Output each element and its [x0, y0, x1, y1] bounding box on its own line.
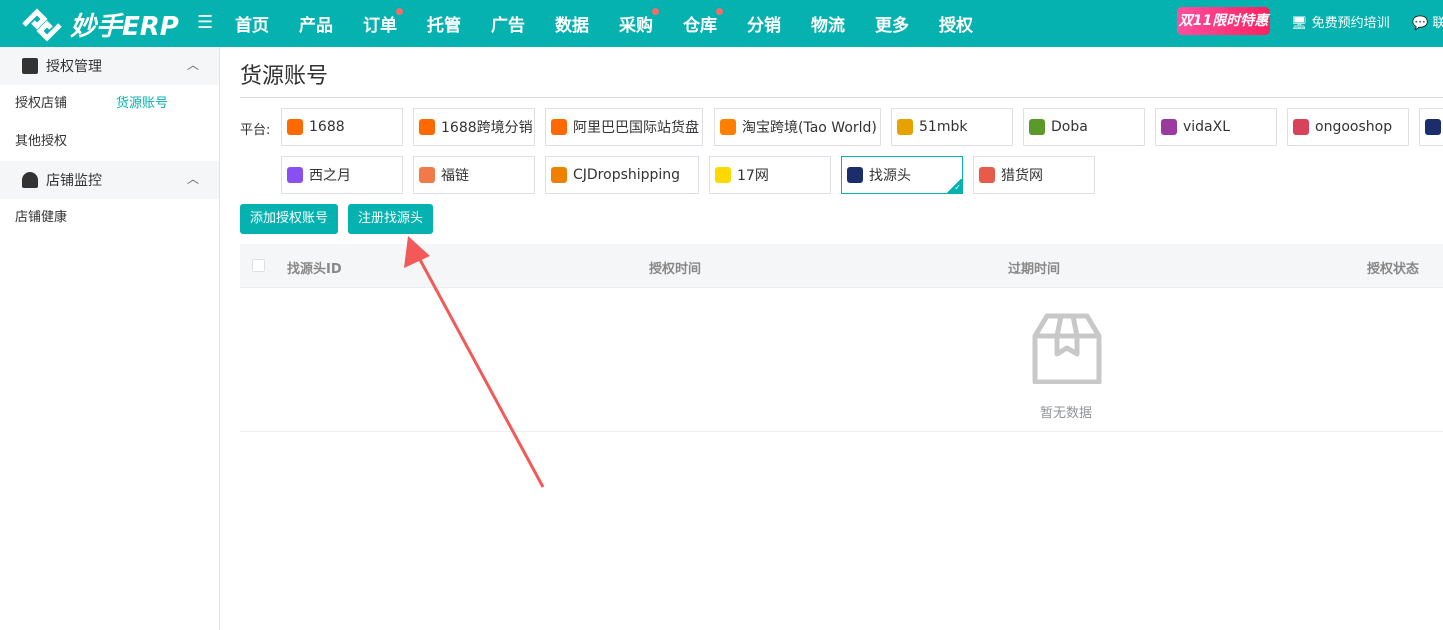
column-header: 授权状态: [1367, 262, 1420, 277]
divider: [240, 431, 1443, 432]
platform-label: 福链: [441, 168, 469, 184]
chevron-up-icon: ︿: [186, 58, 199, 72]
page-title: 货源账号: [240, 64, 329, 89]
platform-label: 淘宝跨境(Tao World): [742, 120, 877, 136]
empty-text: 暂无数据: [1040, 406, 1093, 421]
notification-dot: [396, 8, 403, 15]
logo-icon: [22, 7, 62, 42]
nav-item[interactable]: 物流: [811, 11, 845, 36]
nav-item[interactable]: 更多: [875, 11, 909, 36]
monitor-icon: 🖥: [1291, 16, 1308, 31]
platform-option[interactable]: 17网: [709, 156, 831, 194]
menu-toggle-icon[interactable]: ☰: [197, 12, 213, 33]
chevron-up-icon: ︿: [186, 172, 199, 186]
platform-logo-icon: [551, 119, 567, 135]
platform-label: ongooshop: [1315, 119, 1393, 135]
platform-option[interactable]: 1688跨境分销: [413, 108, 535, 146]
sidebar-item-source-account[interactable]: 货源账号: [116, 85, 168, 123]
training-label: 免费预约培训: [1311, 16, 1390, 31]
notification-dot: [716, 8, 723, 15]
select-all-checkbox[interactable]: [252, 259, 265, 272]
store-icon: [22, 58, 38, 74]
logo[interactable]: 妙手ERP: [20, 6, 179, 43]
nav-item[interactable]: 托管: [427, 11, 461, 36]
nav-item[interactable]: 订单: [363, 8, 403, 36]
platform-label: 平台:: [240, 123, 271, 138]
nav-item[interactable]: 仓库: [683, 8, 723, 36]
platform-label: Doba: [1051, 119, 1088, 135]
chat-icon: 💬: [1412, 16, 1429, 31]
nav-item[interactable]: 数据: [555, 11, 589, 36]
platform-option[interactable]: 福链: [413, 156, 535, 194]
sidebar-group-auth[interactable]: 授权管理 ︿: [0, 47, 219, 85]
platform-label: 找源头: [869, 168, 911, 184]
promo-badge[interactable]: 双11限时特惠: [1177, 7, 1270, 35]
platform-label: 1688跨境分销: [441, 120, 533, 136]
platform-label: 1688: [309, 119, 345, 135]
column-header: 找源头ID: [287, 262, 342, 277]
platform-logo-icon: [720, 119, 736, 135]
platform-logo-icon: [1425, 119, 1441, 135]
divider: [240, 97, 1443, 98]
platform-logo-icon: [551, 167, 567, 183]
platform-logo-icon: [715, 167, 731, 183]
platform-logo-icon: [419, 119, 435, 135]
nav-item[interactable]: 分销: [747, 11, 781, 36]
platform-logo-icon: [419, 167, 435, 183]
platform-logo-icon: [287, 119, 303, 135]
main-nav: 首页 产品 订单 托管 广告 数据 采购 仓库 分销 物流 更多 授权: [235, 0, 1003, 47]
platform-option[interactable]: [1419, 108, 1443, 146]
nav-item[interactable]: 产品: [299, 11, 333, 36]
sidebar-group-monitor[interactable]: 店铺监控 ︿: [0, 161, 219, 199]
platform-label: 猎货网: [1001, 168, 1043, 184]
platform-label: 西之月: [309, 168, 351, 184]
platform-option[interactable]: vidaXL: [1155, 108, 1277, 146]
platform-label: 17网: [737, 168, 769, 184]
empty-box-icon: [1032, 313, 1102, 384]
platform-logo-icon: [1293, 119, 1309, 135]
platform-label: 阿里巴巴国际站货盘: [573, 120, 699, 136]
platform-option[interactable]: ongooshop: [1287, 108, 1409, 146]
sidebar: 授权管理 ︿ 授权店铺 货源账号 其他授权 店铺监控 ︿ 店铺健康: [0, 47, 220, 630]
sidebar-item-auth-store[interactable]: 授权店铺: [15, 96, 67, 111]
nav-item[interactable]: 授权: [939, 11, 973, 36]
platform-option[interactable]: 找源头: [841, 156, 963, 194]
platform-logo-icon: [847, 167, 863, 183]
platform-option[interactable]: CJDropshipping: [545, 156, 699, 194]
nav-item[interactable]: 首页: [235, 11, 269, 36]
group-label: 授权管理: [46, 59, 102, 75]
platform-option[interactable]: 猎货网: [973, 156, 1095, 194]
platform-label: 51mbk: [919, 119, 968, 135]
sidebar-item-other-auth[interactable]: 其他授权: [0, 123, 219, 161]
group-label: 店铺监控: [46, 173, 102, 189]
platform-option[interactable]: 西之月: [281, 156, 403, 194]
nav-item[interactable]: 采购: [619, 8, 659, 36]
platform-logo-icon: [1161, 119, 1177, 135]
platform-label: vidaXL: [1183, 119, 1231, 135]
column-header: 授权时间: [649, 262, 702, 277]
platform-label: CJDropshipping: [573, 167, 681, 183]
platform-option[interactable]: 淘宝跨境(Tao World): [714, 108, 881, 146]
platform-logo-icon: [897, 119, 913, 135]
user-icon: [22, 172, 38, 188]
platform-logo-icon: [979, 167, 995, 183]
platform-logo-icon: [1029, 119, 1045, 135]
logo-text: 妙手ERP: [70, 12, 179, 42]
nav-item[interactable]: 广告: [491, 11, 525, 36]
platform-option[interactable]: 51mbk: [891, 108, 1013, 146]
contact-label: 联: [1432, 16, 1443, 31]
column-header: 过期时间: [1008, 262, 1061, 277]
platform-option[interactable]: Doba: [1023, 108, 1145, 146]
add-auth-account-button[interactable]: 添加授权账号: [240, 204, 338, 234]
register-button[interactable]: 注册找源头: [348, 204, 433, 234]
contact-link[interactable]: 💬 联: [1412, 12, 1443, 31]
training-link[interactable]: 🖥 免费预约培训: [1291, 12, 1390, 31]
platform-logo-icon: [287, 167, 303, 183]
platform-option[interactable]: 阿里巴巴国际站货盘: [545, 108, 703, 146]
notification-dot: [652, 8, 659, 15]
sidebar-item-store-health[interactable]: 店铺健康: [0, 199, 219, 237]
table-header: 找源头ID 授权时间 过期时间 授权状态: [240, 244, 1443, 288]
platform-option[interactable]: 1688: [281, 108, 403, 146]
top-nav-bar: 妙手ERP ☰ 首页 产品 订单 托管 广告 数据 采购 仓库 分销 物流 更多 授权 双11限时特惠…: [0, 0, 1443, 47]
